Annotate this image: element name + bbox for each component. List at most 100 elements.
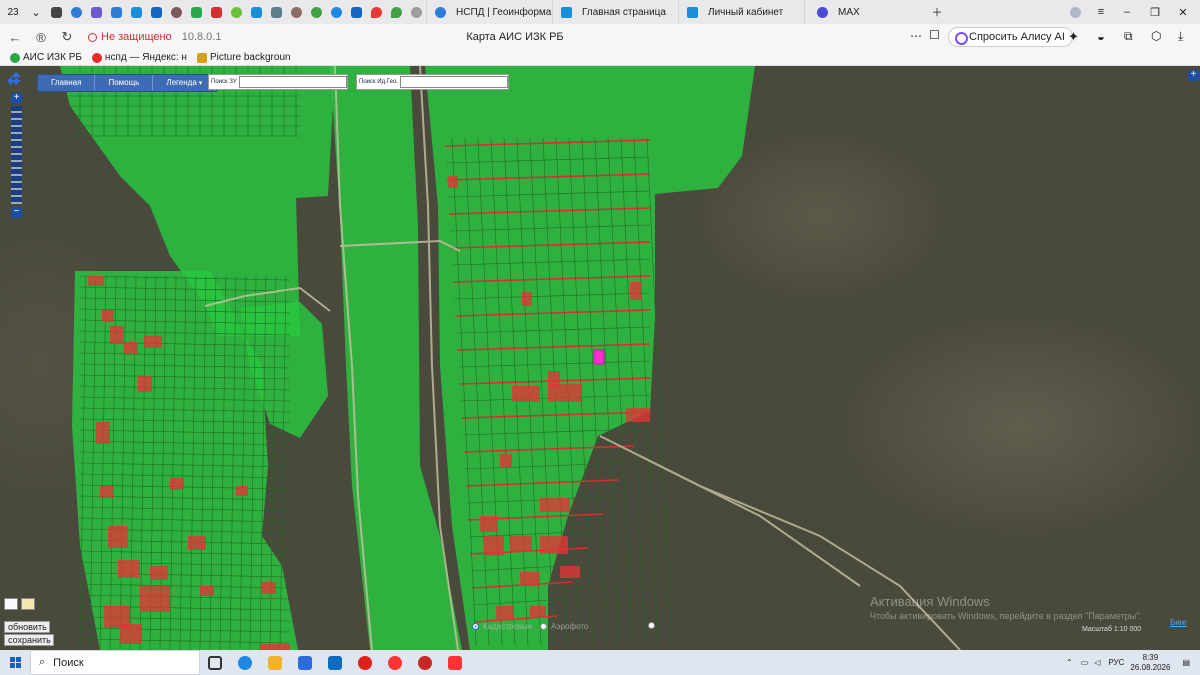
tab-main-page[interactable]: Главная страница — [552, 0, 678, 24]
yandex-icon[interactable] — [380, 650, 410, 675]
red-parcel[interactable] — [496, 606, 514, 620]
start-button[interactable] — [0, 650, 30, 675]
pinned-tab-icon[interactable] — [66, 0, 86, 24]
selected-parcel-highlight[interactable] — [593, 349, 605, 365]
zoom-in-button[interactable]: + — [11, 93, 22, 104]
pinned-tab-icon[interactable] — [386, 0, 406, 24]
pinned-tab-icon[interactable] — [266, 0, 286, 24]
toolbar-help-button[interactable]: Помощь — [95, 75, 154, 91]
red-parcel[interactable] — [140, 586, 170, 612]
profile-icon[interactable] — [1062, 0, 1088, 24]
chevron-up-icon[interactable]: ⌃ — [1066, 658, 1073, 667]
zoom-slider[interactable] — [11, 106, 22, 204]
red-parcel[interactable] — [560, 566, 580, 578]
red-parcel[interactable] — [138, 376, 152, 392]
red-parcel[interactable] — [118, 560, 140, 578]
puzzle-icon[interactable]: ⧉ — [1124, 29, 1133, 44]
red-parcel[interactable] — [124, 342, 138, 354]
hand-tool-icon[interactable] — [21, 598, 35, 610]
pinned-tab-icon[interactable] — [126, 0, 146, 24]
edge-icon[interactable] — [230, 650, 260, 675]
bookmark-icon[interactable]: ☐ — [929, 28, 940, 42]
pinned-tab-icon[interactable] — [146, 0, 166, 24]
red-parcel[interactable] — [630, 282, 642, 300]
red-parcel[interactable] — [102, 310, 114, 322]
close-icon[interactable]: ✕ — [1170, 0, 1196, 24]
download-arrow-icon[interactable]: ⤓ — [1178, 29, 1183, 44]
red-parcel[interactable] — [100, 486, 114, 498]
notifications-icon[interactable]: ▤ — [1182, 658, 1190, 667]
map-canvas[interactable] — [0, 66, 1200, 650]
pinned-tab-icon[interactable] — [326, 0, 346, 24]
pinned-tab-icon[interactable] — [366, 0, 386, 24]
collections-icon[interactable]: ⬡ — [1151, 29, 1161, 43]
tab-nspd[interactable]: НСПД | Геоинформацион — [426, 0, 552, 24]
clock[interactable]: 8:39 26.08.2026 — [1130, 653, 1170, 673]
pinned-tab-icon[interactable] — [46, 0, 66, 24]
chevron-down-icon[interactable]: ⌄ — [26, 0, 46, 24]
red-parcel[interactable] — [510, 536, 532, 552]
outlook-icon[interactable] — [320, 650, 350, 675]
red-parcel[interactable] — [540, 536, 568, 554]
network-icon[interactable]: ▭ — [1081, 658, 1089, 667]
pinned-tab-icon[interactable] — [186, 0, 206, 24]
zoom-out-button[interactable]: − — [11, 207, 22, 218]
more-dots-icon[interactable]: ⋯ — [910, 29, 922, 43]
pinned-tab-icon[interactable] — [106, 0, 126, 24]
pinned-tab-icon[interactable] — [166, 0, 186, 24]
task-view-icon[interactable] — [200, 650, 230, 675]
search-plot-input[interactable] — [238, 76, 347, 88]
new-tab-plus-icon[interactable]: ＋ — [924, 0, 950, 24]
red-parcel[interactable] — [150, 566, 168, 580]
store-icon[interactable] — [290, 650, 320, 675]
red-parcel[interactable] — [480, 516, 498, 532]
volume-icon[interactable]: ◁ — [1094, 658, 1100, 667]
toolbar-home-button[interactable]: Главная — [38, 75, 96, 91]
layer-switcher-button[interactable]: + — [1188, 70, 1199, 81]
pinned-tab-icon[interactable] — [406, 0, 426, 24]
yandex-browser-icon[interactable] — [440, 650, 470, 675]
pinned-tab-icon[interactable] — [306, 0, 326, 24]
pinned-tab-icon[interactable] — [246, 0, 266, 24]
pinned-tab-icon[interactable] — [206, 0, 226, 24]
red-parcel[interactable] — [540, 498, 570, 512]
red-parcel[interactable] — [522, 292, 532, 306]
menu-hamburger-icon[interactable]: ≡ — [1088, 0, 1114, 24]
bookmark-ais-izk[interactable]: АИС ИЗК РБ — [10, 52, 82, 63]
red-parcel[interactable] — [188, 536, 206, 550]
red-parcel[interactable] — [484, 536, 504, 556]
bookmark-yandex-search[interactable]: нспд — Яндекс: н — [91, 52, 187, 63]
minimize-icon[interactable]: – — [1114, 0, 1140, 24]
restore-icon[interactable]: ❐ — [1142, 0, 1168, 24]
extensions-icon[interactable]: ✦ — [1068, 29, 1079, 45]
language-indicator[interactable]: РУС — [1108, 658, 1124, 667]
red-parcel[interactable] — [520, 572, 540, 586]
tab-count[interactable]: 23 — [0, 7, 26, 18]
downloads-icon[interactable]: ◒ — [1097, 29, 1105, 44]
file-explorer-icon[interactable] — [260, 650, 290, 675]
tab-personal-account[interactable]: Личный кабинет — [678, 0, 804, 24]
red-parcel[interactable] — [236, 486, 248, 496]
pinned-tab-icon[interactable] — [286, 0, 306, 24]
save-button[interactable]: сохранить — [4, 634, 54, 646]
tab-max[interactable]: MAX — [804, 0, 930, 24]
cadastral-map[interactable]: Главная Помощь Легенда Поиск ЗУ Поиск Ид… — [0, 66, 1200, 650]
ask-alice-button[interactable]: Спросить Алису AI — [948, 27, 1073, 47]
red-parcel[interactable] — [530, 606, 546, 618]
red-parcel[interactable] — [96, 422, 110, 444]
app-icon[interactable] — [410, 650, 440, 675]
red-parcel[interactable] — [170, 478, 184, 490]
red-parcel[interactable] — [448, 176, 458, 188]
red-parcel[interactable] — [88, 276, 104, 286]
pan-arrows-icon[interactable] — [7, 72, 25, 90]
red-parcel[interactable] — [262, 582, 276, 594]
measure-tool-icon[interactable] — [4, 598, 18, 610]
opera-icon[interactable] — [350, 650, 380, 675]
refresh-button[interactable]: обновить — [4, 621, 50, 633]
red-parcel[interactable] — [120, 624, 142, 644]
provider-link[interactable]: Бинг — [1170, 618, 1187, 627]
toolbar-legend-dropdown[interactable]: Легенда — [153, 75, 217, 91]
red-parcel[interactable] — [626, 408, 650, 422]
layer-radio-cadastral[interactable]: Кадастровые — [472, 622, 532, 631]
red-parcel[interactable] — [144, 336, 162, 348]
